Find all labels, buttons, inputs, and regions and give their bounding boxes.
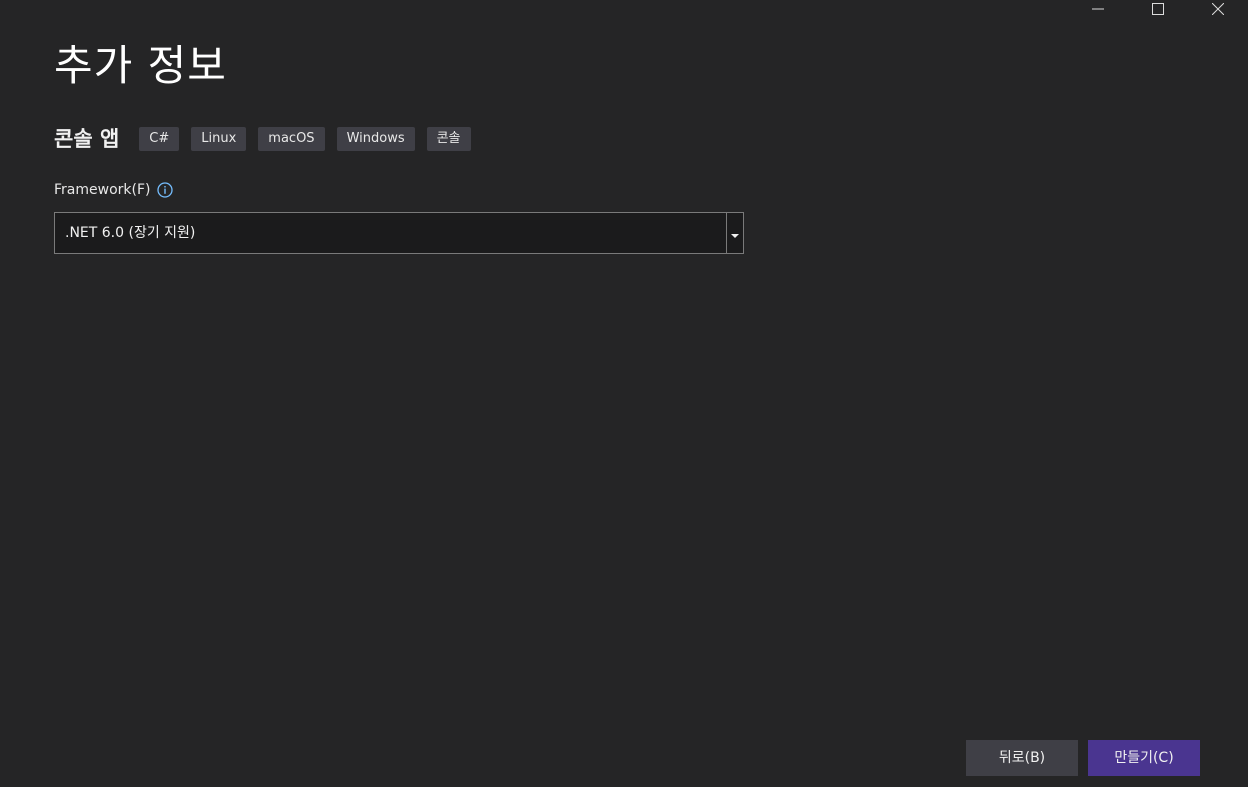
framework-label-row: Framework(F) <box>54 180 174 200</box>
info-icon[interactable] <box>157 182 174 198</box>
tag-platform-linux: Linux <box>191 127 247 151</box>
close-icon <box>1212 3 1224 15</box>
template-summary: 콘솔 앱 C# Linux macOS Windows 콘솔 <box>54 124 483 154</box>
framework-select-value: .NET 6.0 (장기 지원) <box>65 225 196 241</box>
tag-project-type: 콘솔 <box>426 127 471 151</box>
framework-select[interactable]: .NET 6.0 (장기 지원) <box>54 212 744 254</box>
maximize-icon <box>1152 3 1164 15</box>
tag-platform-windows: Windows <box>336 127 415 151</box>
minimize-button[interactable] <box>1068 0 1128 18</box>
page-title: 추가 정보 <box>54 41 227 90</box>
create-button[interactable]: 만들기(C) <box>1088 740 1200 776</box>
minimize-icon <box>1092 3 1104 15</box>
tag-platform-macos: macOS <box>258 127 325 151</box>
close-button[interactable] <box>1188 0 1248 18</box>
template-name: 콘솔 앱 <box>54 127 120 151</box>
back-button[interactable]: 뒤로(B) <box>966 740 1078 776</box>
framework-dropdown-button[interactable] <box>726 213 743 253</box>
window-caption-buttons <box>1068 0 1248 18</box>
tag-language: C# <box>139 127 180 151</box>
maximize-button[interactable] <box>1128 0 1188 18</box>
framework-label: Framework(F) <box>54 182 151 198</box>
chevron-down-icon <box>731 224 739 243</box>
additional-info-dialog: 추가 정보 콘솔 앱 C# Linux macOS Windows 콘솔 Fra… <box>0 0 1248 787</box>
